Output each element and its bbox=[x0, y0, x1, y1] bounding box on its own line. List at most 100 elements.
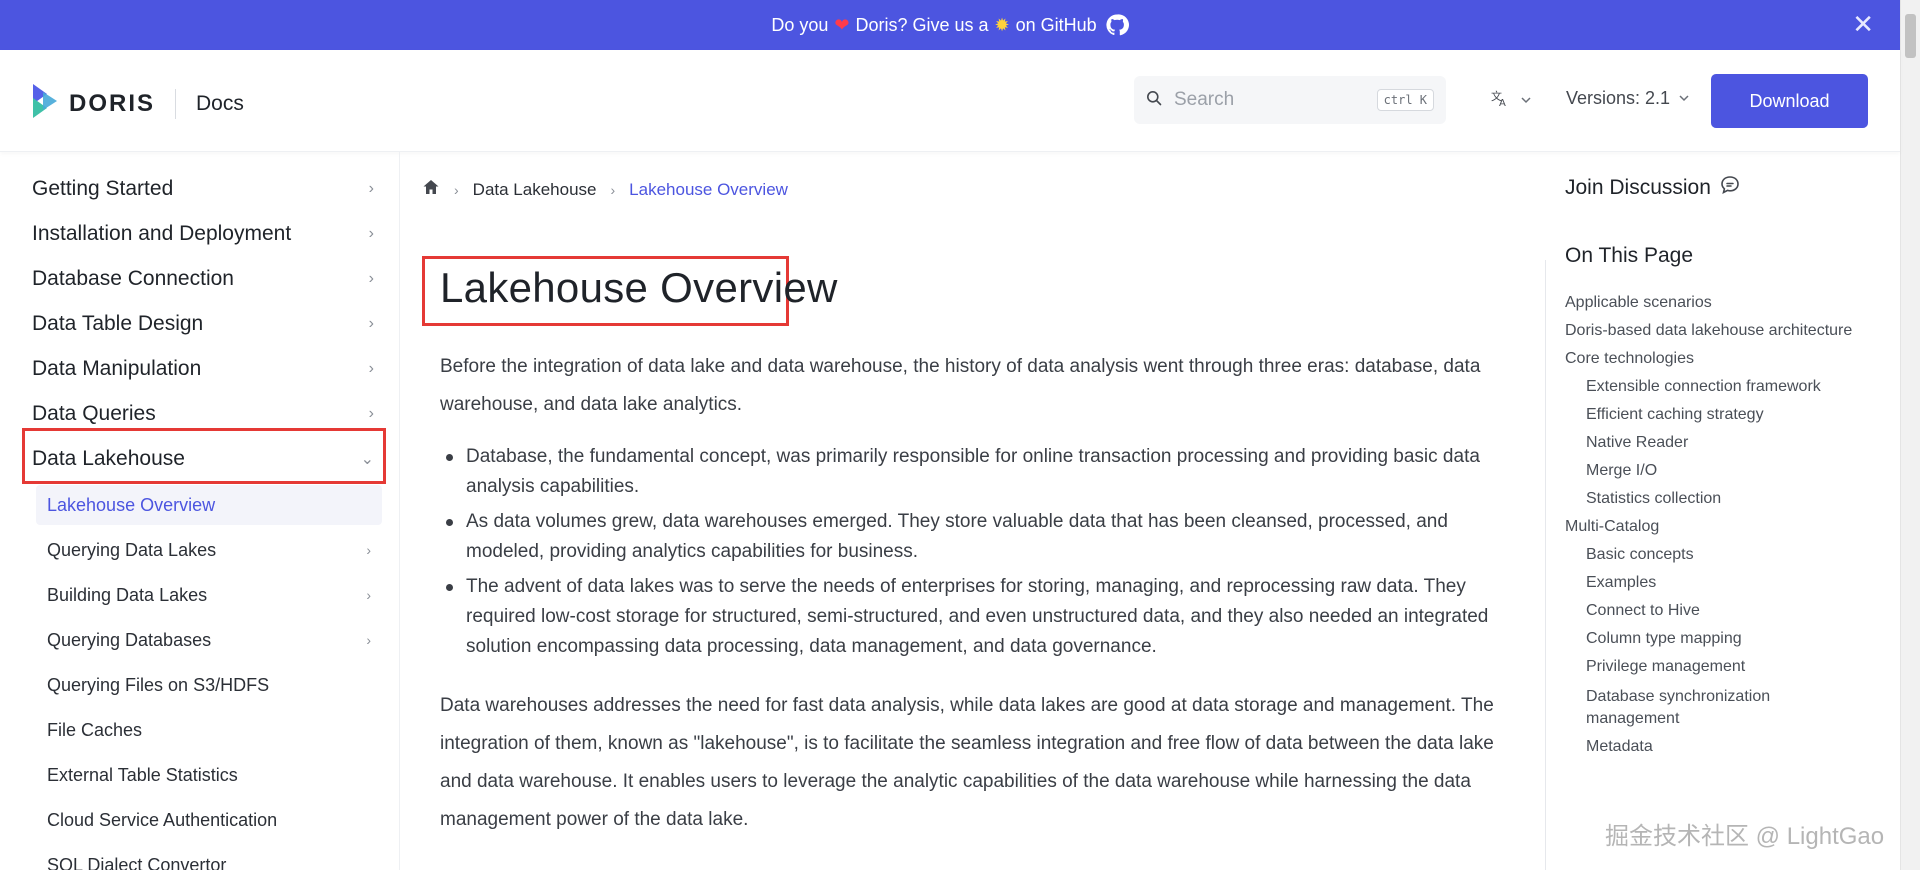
sidebar-item-label: Installation and Deployment bbox=[32, 222, 292, 245]
list-item: As data volumes grew, data warehouses em… bbox=[440, 507, 1520, 567]
sidebar-item-label: Database Connection bbox=[32, 267, 234, 290]
sidebar-sub-label: Building Data Lakes bbox=[47, 584, 208, 605]
sidebar-item-installation[interactable]: Installation and Deployment › bbox=[22, 212, 384, 256]
chevron-right-icon: › bbox=[454, 181, 459, 198]
list-item: Database, the fundamental concept, was p… bbox=[440, 442, 1520, 502]
join-discussion-link[interactable]: Join Discussion bbox=[1565, 174, 1741, 202]
breadcrumb-section[interactable]: Data Lakehouse bbox=[473, 180, 597, 200]
sidebar-sub-building-data-lakes[interactable]: Building Data Lakes › bbox=[36, 575, 382, 615]
heart-icon: ❤ bbox=[834, 14, 850, 35]
sidebar-sub-label: External Table Statistics bbox=[47, 764, 238, 785]
chevron-down-icon bbox=[1678, 88, 1690, 109]
toc-item[interactable]: Applicable scenarios bbox=[1565, 294, 1712, 312]
breadcrumb-current: Lakehouse Overview bbox=[629, 179, 788, 199]
chat-icon bbox=[1719, 174, 1741, 202]
sidebar-sub-label: Querying Data Lakes bbox=[47, 539, 217, 560]
logo[interactable]: DORIS Docs bbox=[31, 82, 244, 125]
sidebar-sub-querying-databases[interactable]: Querying Databases › bbox=[36, 620, 382, 660]
sidebar-item-data-manipulation[interactable]: Data Manipulation › bbox=[22, 347, 384, 391]
sidebar-sub-lakehouse-overview[interactable]: Lakehouse Overview bbox=[36, 485, 382, 525]
star-icon: ✹ bbox=[994, 14, 1010, 35]
chevron-right-icon: › bbox=[366, 632, 371, 648]
announcement-bar: Do you ❤ Doris? Give us a ✹ on GitHub ✕ bbox=[0, 0, 1900, 50]
sidebar-sub-label: File Caches bbox=[47, 719, 143, 740]
download-button[interactable]: Download bbox=[1711, 74, 1868, 128]
sidebar-sub-file-caches[interactable]: File Caches bbox=[36, 710, 382, 750]
chevron-right-icon: › bbox=[368, 315, 374, 332]
sidebar-sub-label: Querying Databases bbox=[47, 629, 212, 650]
sidebar-item-database-connection[interactable]: Database Connection › bbox=[22, 257, 384, 301]
breadcrumb: › Data Lakehouse › Lakehouse Overview bbox=[422, 178, 788, 201]
on-this-page-heading: On This Page bbox=[1565, 244, 1694, 267]
github-icon[interactable] bbox=[1105, 13, 1129, 37]
join-discussion-label: Join Discussion bbox=[1565, 176, 1711, 199]
watermark: 掘金技术社区 @ LightGao bbox=[1605, 823, 1885, 850]
intro-paragraph: Before the integration of data lake and … bbox=[440, 356, 1481, 415]
toc-item[interactable]: Merge I/O bbox=[1586, 462, 1657, 480]
language-selector[interactable]: 文A bbox=[1490, 88, 1532, 113]
toc-item[interactable]: Examples bbox=[1586, 574, 1656, 592]
toc-item[interactable]: Database synchronization management bbox=[1586, 686, 1786, 730]
sidebar-item-label: Data Queries bbox=[32, 402, 156, 425]
sidebar-item-label: Getting Started bbox=[32, 177, 174, 200]
chevron-right-icon: › bbox=[610, 181, 616, 198]
version-selector[interactable]: Versions: 2.1 bbox=[1566, 88, 1690, 109]
chevron-right-icon: › bbox=[368, 225, 374, 242]
sidebar-sub-label: Cloud Service Authentication bbox=[47, 809, 278, 830]
doris-logo-icon bbox=[31, 82, 59, 125]
search-box[interactable]: Search ctrl K bbox=[1134, 76, 1446, 124]
toc-item[interactable]: Statistics collection bbox=[1586, 490, 1721, 508]
toc-item[interactable]: Column type mapping bbox=[1586, 630, 1742, 648]
sidebar-sub-label: Lakehouse Overview bbox=[47, 494, 216, 515]
announcement-middle: Doris? Give us a bbox=[855, 14, 989, 35]
toc-item[interactable]: Extensible connection framework bbox=[1586, 378, 1821, 396]
toc-item[interactable]: Efficient caching strategy bbox=[1586, 406, 1764, 424]
sidebar-item-getting-started[interactable]: Getting Started › bbox=[22, 167, 384, 211]
toc-divider bbox=[1545, 260, 1546, 870]
chevron-right-icon: › bbox=[366, 542, 371, 558]
announcement-prefix: Do you bbox=[771, 14, 829, 35]
brand-name: DORIS bbox=[69, 89, 156, 117]
sidebar-sub-external-table-statistics[interactable]: External Table Statistics bbox=[36, 755, 382, 795]
sidebar-item-data-table-design[interactable]: Data Table Design › bbox=[22, 302, 384, 346]
chevron-right-icon: › bbox=[368, 180, 374, 197]
sidebar-sub-cloud-auth[interactable]: Cloud Service Authentication bbox=[36, 800, 382, 840]
highlight-box-sidebar bbox=[22, 428, 386, 484]
chevron-right-icon: › bbox=[368, 270, 374, 287]
toc-item[interactable]: Native Reader bbox=[1586, 434, 1688, 452]
sidebar-sub-label: Querying Files on S3/HDFS bbox=[47, 674, 270, 695]
docs-link[interactable]: Docs bbox=[196, 92, 244, 116]
search-icon bbox=[1146, 90, 1162, 111]
github-link[interactable]: on GitHub bbox=[1016, 15, 1097, 36]
version-label: Versions: 2.1 bbox=[1566, 88, 1671, 108]
table-of-contents: Join Discussion On This Page Applicable … bbox=[1545, 152, 1900, 870]
closing-paragraph: Data warehouses addresses the need for f… bbox=[440, 695, 1494, 830]
page-title: Lakehouse Overview bbox=[440, 264, 838, 311]
toc-item[interactable]: Core technologies bbox=[1565, 350, 1694, 368]
scrollbar-thumb[interactable] bbox=[1905, 14, 1916, 58]
era-list: Database, the fundamental concept, was p… bbox=[440, 442, 1520, 667]
search-input[interactable]: Search bbox=[1174, 89, 1377, 111]
close-icon[interactable]: ✕ bbox=[1852, 11, 1874, 37]
translate-icon: 文A bbox=[1490, 88, 1510, 113]
home-icon[interactable] bbox=[422, 178, 440, 201]
chevron-down-icon bbox=[1520, 91, 1532, 111]
toc-item[interactable]: Multi-Catalog bbox=[1565, 518, 1659, 536]
toc-item[interactable]: Doris-based data lakehouse architecture bbox=[1565, 322, 1852, 340]
navbar: DORIS Docs Search ctrl K 文A Versions: 2.… bbox=[0, 50, 1900, 152]
sidebar-sub-sql-dialect[interactable]: SQL Dialect Convertor bbox=[36, 845, 382, 870]
toc-item[interactable]: Basic concepts bbox=[1586, 546, 1694, 564]
search-shortcut: ctrl K bbox=[1376, 89, 1434, 111]
chevron-right-icon: › bbox=[368, 405, 374, 422]
list-item: The advent of data lakes was to serve th… bbox=[440, 572, 1520, 662]
toc-item[interactable]: Metadata bbox=[1586, 738, 1653, 756]
toc-item[interactable]: Privilege management bbox=[1586, 658, 1745, 676]
page-scrollbar[interactable] bbox=[1900, 0, 1920, 870]
toc-item[interactable]: Connect to Hive bbox=[1586, 602, 1700, 620]
logo-divider bbox=[175, 88, 177, 119]
sidebar-sub-querying-data-lakes[interactable]: Querying Data Lakes › bbox=[36, 530, 382, 570]
chevron-right-icon: › bbox=[368, 360, 374, 377]
sidebar-sub-querying-files[interactable]: Querying Files on S3/HDFS bbox=[36, 665, 382, 705]
main-content: › Data Lakehouse › Lakehouse Overview La… bbox=[400, 152, 1545, 870]
sidebar-sub-label: SQL Dialect Convertor bbox=[47, 854, 227, 870]
